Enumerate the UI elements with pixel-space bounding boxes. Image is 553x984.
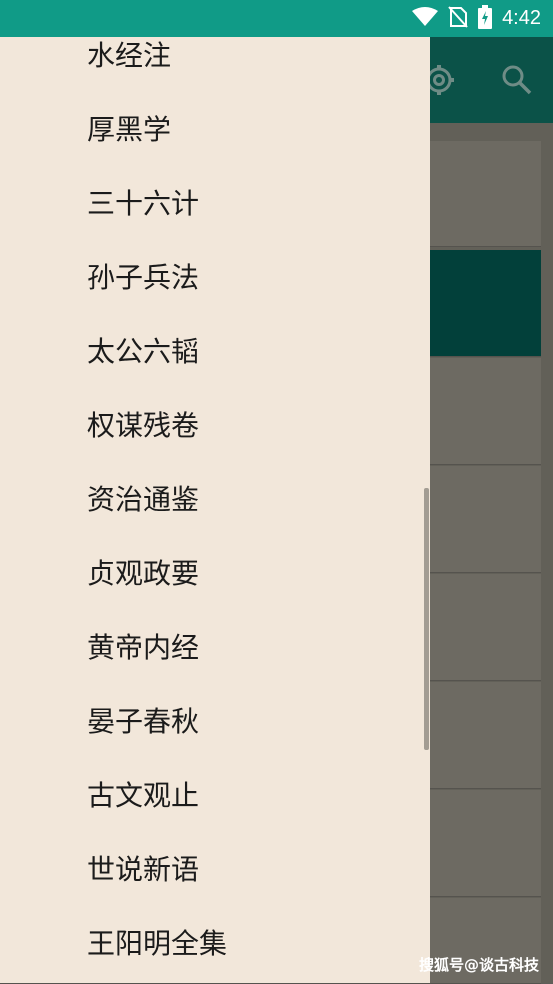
status-time: 4:42: [502, 7, 541, 29]
drawer-item-label: 孙子兵法: [87, 261, 200, 294]
drawer-item-label: 王阳明全集: [87, 927, 228, 960]
drawer-item-label: 晏子春秋: [87, 705, 200, 738]
drawer-item-label: 世说新语: [87, 853, 200, 886]
drawer-item[interactable]: 贞观政要: [0, 535, 430, 609]
drawer-item[interactable]: 资治通鉴: [0, 461, 430, 535]
no-sim-icon: [448, 5, 468, 32]
watermark: 搜狐号@谈古科技: [418, 956, 539, 974]
drawer-item[interactable]: 世说新语: [0, 831, 430, 905]
drawer-item-label: 权谋残卷: [87, 409, 200, 442]
drawer-item[interactable]: 三十六计: [0, 165, 430, 239]
status-bar: 4:42: [0, 0, 553, 37]
drawer-item[interactable]: 黄帝内经: [0, 609, 430, 683]
drawer-item-label: 古文观止: [87, 779, 200, 812]
drawer-item-label: 太公六韬: [87, 335, 200, 368]
status-icons: 4:42: [412, 0, 541, 37]
wifi-icon: [412, 6, 439, 31]
drawer-item[interactable]: 孙子兵法: [0, 239, 430, 313]
drawer-scrollbar[interactable]: [424, 488, 429, 750]
drawer-item[interactable]: 古文观止: [0, 757, 430, 831]
drawer-item[interactable]: 厚黑学: [0, 91, 430, 165]
drawer-item[interactable]: 王阳明全集: [0, 905, 430, 979]
search-icon[interactable]: [500, 63, 534, 97]
drawer-item-label: 三十六计: [87, 187, 200, 220]
drawer-item-label: 水经注: [87, 39, 172, 72]
battery-charging-icon: [478, 4, 493, 33]
drawer-item-label: 厚黑学: [87, 113, 172, 146]
drawer-item[interactable]: 权谋残卷: [0, 387, 430, 461]
navigation-drawer: 水经注 厚黑学 三十六计 孙子兵法 太公六韬 权谋残卷 资治通鉴 贞观政要 黄帝…: [0, 37, 430, 983]
drawer-item-label: 贞观政要: [87, 557, 200, 590]
drawer-item-label: 资治通鉴: [87, 483, 200, 516]
drawer-book-list: 水经注 厚黑学 三十六计 孙子兵法 太公六韬 权谋残卷 资治通鉴 贞观政要 黄帝…: [0, 37, 430, 979]
drawer-item-label: 黄帝内经: [87, 631, 200, 664]
drawer-item[interactable]: 晏子春秋: [0, 683, 430, 757]
drawer-item[interactable]: 水经注: [0, 37, 430, 91]
drawer-item[interactable]: 太公六韬: [0, 313, 430, 387]
